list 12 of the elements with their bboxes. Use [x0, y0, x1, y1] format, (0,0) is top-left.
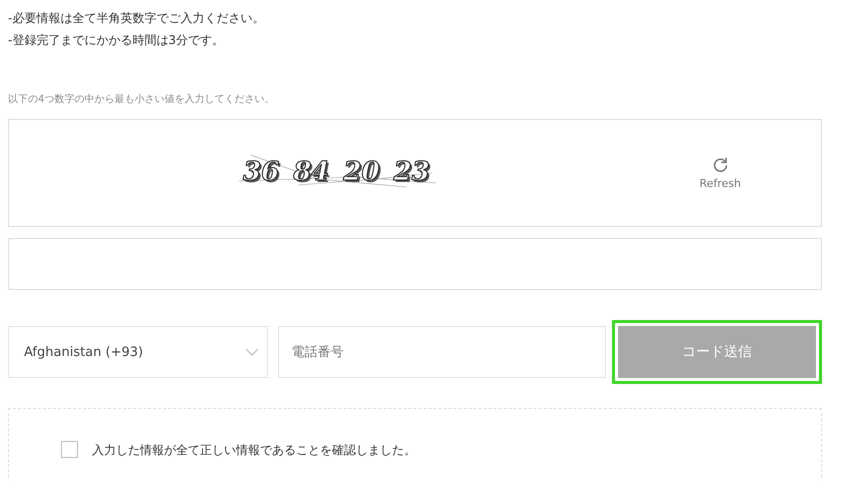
captcha-instruction: 以下の4つ数字の中から最も小さい値を入力してください。	[8, 93, 276, 107]
refresh-icon	[712, 156, 729, 173]
confirm-checkbox[interactable]	[61, 441, 78, 458]
captcha-image: 36 84 20 23	[239, 153, 436, 193]
note-text: -登録完了までにかかる時間は3分です。	[8, 32, 225, 49]
refresh-button[interactable]: Refresh	[699, 156, 741, 190]
chevron-down-icon	[245, 348, 260, 356]
confirm-label: 入力した情報が全て正しい情報であることを確認しました。	[92, 442, 416, 459]
country-select[interactable]: Afghanistan (+93)	[8, 326, 268, 378]
answer-field[interactable]	[8, 238, 822, 290]
note-text: -必要情報は全て半角英数字でご入力ください。	[8, 10, 266, 27]
phone-field[interactable]: 電話番号	[278, 326, 606, 378]
